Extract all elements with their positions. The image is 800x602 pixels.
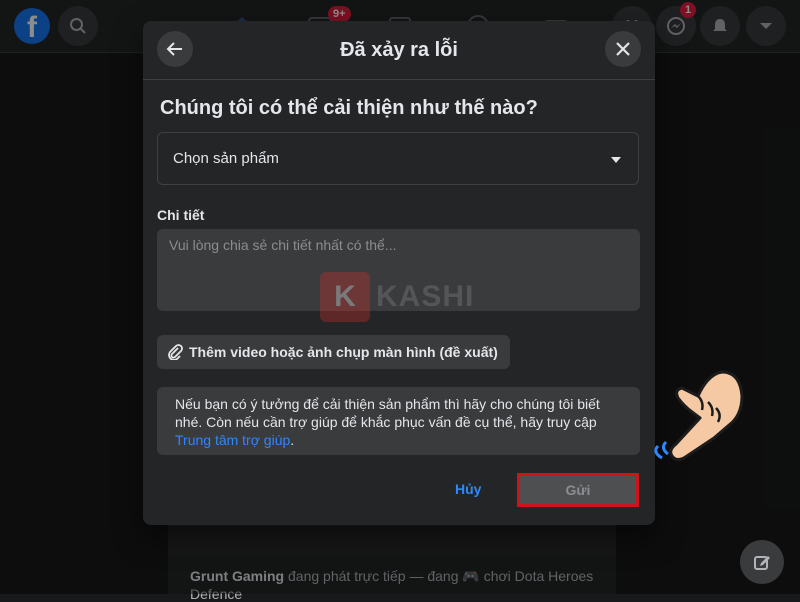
submit-label: Gửi [565, 482, 591, 498]
attach-media-button[interactable]: Thêm video hoặc ảnh chụp màn hình (đề xu… [157, 335, 510, 369]
watermark-logo: K [320, 272, 370, 322]
product-select-value: Chọn sản phẩm [173, 150, 279, 167]
dialog-header: Đã xảy ra lỗi [143, 21, 655, 80]
edit-icon [754, 556, 770, 570]
close-button[interactable] [605, 31, 641, 67]
new-message-button[interactable] [740, 540, 784, 584]
dialog-title: Đã xảy ra lỗi [340, 39, 458, 61]
watermark-text: KASHI [376, 280, 475, 313]
info-text: Nếu bạn có ý tưởng để cải thiện sản phẩm… [175, 396, 600, 430]
submit-button[interactable]: Gửi [517, 473, 639, 507]
paperclip-icon [168, 344, 183, 360]
details-label: Chi tiết [157, 207, 205, 223]
improvement-question: Chúng tôi có thể cải thiện như thế nào? [160, 97, 538, 119]
close-icon [616, 42, 630, 56]
caret-down-icon [611, 157, 621, 163]
cancel-button[interactable]: Hủy [455, 481, 481, 497]
attach-media-label: Thêm video hoặc ảnh chụp màn hình (đề xu… [189, 344, 498, 360]
help-center-link[interactable]: Trung tâm trợ giúp [175, 432, 290, 448]
watermark: K KASHI [320, 272, 474, 322]
info-box: Nếu bạn có ý tưởng để cải thiện sản phẩm… [157, 387, 640, 455]
pointing-hand-icon [654, 370, 744, 462]
product-select[interactable]: Chọn sản phẩm [157, 132, 639, 185]
info-end: . [290, 432, 295, 448]
